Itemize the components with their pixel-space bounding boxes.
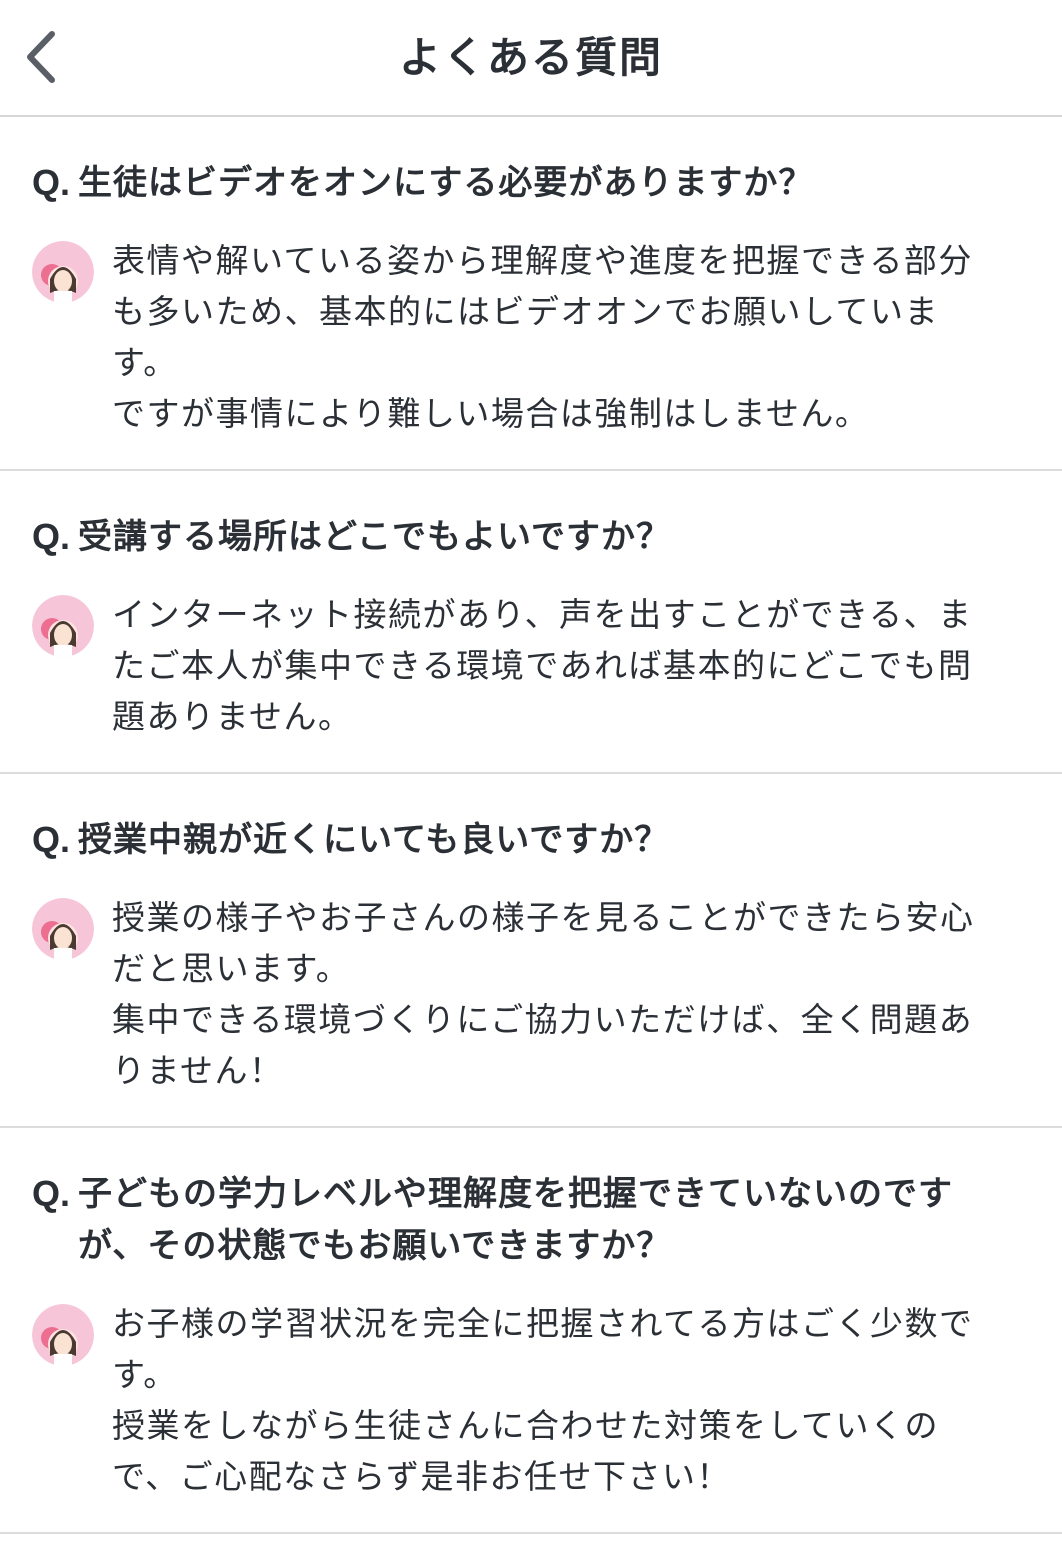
question-line: 受講する場所はどこでもよいですか？ bbox=[78, 517, 671, 557]
faq-answer: お子様の学習状況を完全に把握されてる方はごく少数で す。 授業をしながら生徒さん… bbox=[32, 1298, 1062, 1532]
answer-text: お子様の学習状況を完全に把握されてる方はごく少数で す。 授業をしながら生徒さん… bbox=[112, 1298, 974, 1502]
faq-question[interactable]: Q. 生徒はビデオをオンにする必要がありますか？ bbox=[32, 117, 1062, 209]
answer-text: 表情や解いている姿から理解度や進度を把握できる部分 も多いため、基本的にはビデオ… bbox=[112, 235, 973, 439]
answer-line: も多いため、基本的にはビデオオンでお願いしていま bbox=[112, 292, 940, 331]
avatar-icon bbox=[32, 595, 94, 657]
faq-question[interactable]: Q. 授業中親が近くにいても良いですか？ bbox=[32, 774, 1062, 866]
question-text: 生徒はビデオをオンにする必要がありますか？ bbox=[78, 157, 813, 209]
answer-line: インターネット接続があり、声を出すことができる、ま bbox=[112, 595, 973, 634]
avatar bbox=[32, 241, 94, 303]
answer-line: 題ありません。 bbox=[112, 697, 353, 736]
answer-line: で、ご心配なさらず是非お任せ下さい！ bbox=[112, 1457, 732, 1496]
question-line: 子どもの学力レベルや理解度を把握できていないのです bbox=[78, 1174, 953, 1214]
avatar bbox=[32, 1304, 94, 1366]
faq-question[interactable]: Q. 受講する場所はどこでもよいですか？ bbox=[32, 471, 1062, 563]
answer-line: す。 bbox=[112, 1355, 178, 1394]
avatar-icon bbox=[32, 898, 94, 960]
answer-text: インターネット接続があり、声を出すことができる、ま たご本人が集中できる環境であ… bbox=[112, 589, 973, 742]
faq-item: Q. 生徒はビデオをオンにする必要がありますか？ 表情や解いている姿から理解度や… bbox=[0, 117, 1062, 471]
question-text: 子どもの学力レベルや理解度を把握できていないのです が、その状態でもお願いできま… bbox=[78, 1168, 953, 1272]
answer-line: 表情や解いている姿から理解度や進度を把握できる部分 bbox=[112, 241, 973, 280]
question-text: 受講する場所はどこでもよいですか？ bbox=[78, 511, 671, 563]
answer-line: たご本人が集中できる環境であれば基本的にどこでも問 bbox=[112, 646, 973, 685]
answer-line: お子様の学習状況を完全に把握されてる方はごく少数で bbox=[112, 1304, 974, 1343]
question-mark-label: Q. bbox=[32, 819, 71, 860]
question-text: 授業中親が近くにいても良いですか？ bbox=[78, 814, 669, 866]
faq-answer: 表情や解いている姿から理解度や進度を把握できる部分 も多いため、基本的にはビデオ… bbox=[32, 235, 1062, 469]
faq-question[interactable]: Q. 子どもの学力レベルや理解度を把握できていないのです が、その状態でもお願い… bbox=[32, 1128, 1062, 1272]
answer-line: す。 bbox=[112, 343, 178, 382]
faq-item: Q. 子どもの学力レベルや理解度を把握できていないのです が、その状態でもお願い… bbox=[0, 1128, 1062, 1534]
faq-list: Q. 生徒はビデオをオンにする必要がありますか？ 表情や解いている姿から理解度や… bbox=[0, 117, 1062, 1534]
faq-item: Q. 受講する場所はどこでもよいですか？ インターネット接続があり、声を出すこと… bbox=[0, 471, 1062, 774]
faq-answer: 授業の様子やお子さんの様子を見ることができたら安心 だと思います。 集中できる環… bbox=[32, 892, 1062, 1126]
answer-text: 授業の様子やお子さんの様子を見ることができたら安心 だと思います。 集中できる環… bbox=[112, 892, 975, 1096]
faq-answer: インターネット接続があり、声を出すことができる、ま たご本人が集中できる環境であ… bbox=[32, 589, 1062, 772]
faq-item: Q. 授業中親が近くにいても良いですか？ 授業の様子やお子さんの様子を見ることが… bbox=[0, 774, 1062, 1128]
question-mark-label: Q. bbox=[32, 162, 71, 203]
question-mark-label: Q. bbox=[32, 516, 71, 557]
question-line: 授業中親が近くにいても良いですか？ bbox=[78, 820, 670, 860]
avatar bbox=[32, 595, 94, 657]
answer-line: りません！ bbox=[112, 1051, 284, 1090]
avatar-icon bbox=[32, 1304, 94, 1366]
question-line: が、その状態でもお願いできますか？ bbox=[78, 1226, 672, 1266]
answer-line: 授業をしながら生徒さんに合わせた対策をしていくの bbox=[112, 1406, 940, 1445]
answer-line: 集中できる環境づくりにご協力いただけば、全く問題あ bbox=[112, 1000, 974, 1039]
answer-line: 授業の様子やお子さんの様子を見ることができたら安心 bbox=[112, 898, 975, 937]
header-bar: よくある質問 bbox=[0, 0, 1062, 117]
answer-line: だと思います。 bbox=[112, 949, 351, 988]
answer-line: ですが事情により難しい場合は強制はしません。 bbox=[112, 394, 870, 433]
question-line: 生徒はビデオをオンにする必要がありますか？ bbox=[78, 163, 814, 203]
page-title: よくある質問 bbox=[398, 33, 663, 82]
question-mark-label: Q. bbox=[32, 1173, 71, 1214]
avatar-icon bbox=[32, 241, 94, 303]
avatar bbox=[32, 898, 94, 960]
